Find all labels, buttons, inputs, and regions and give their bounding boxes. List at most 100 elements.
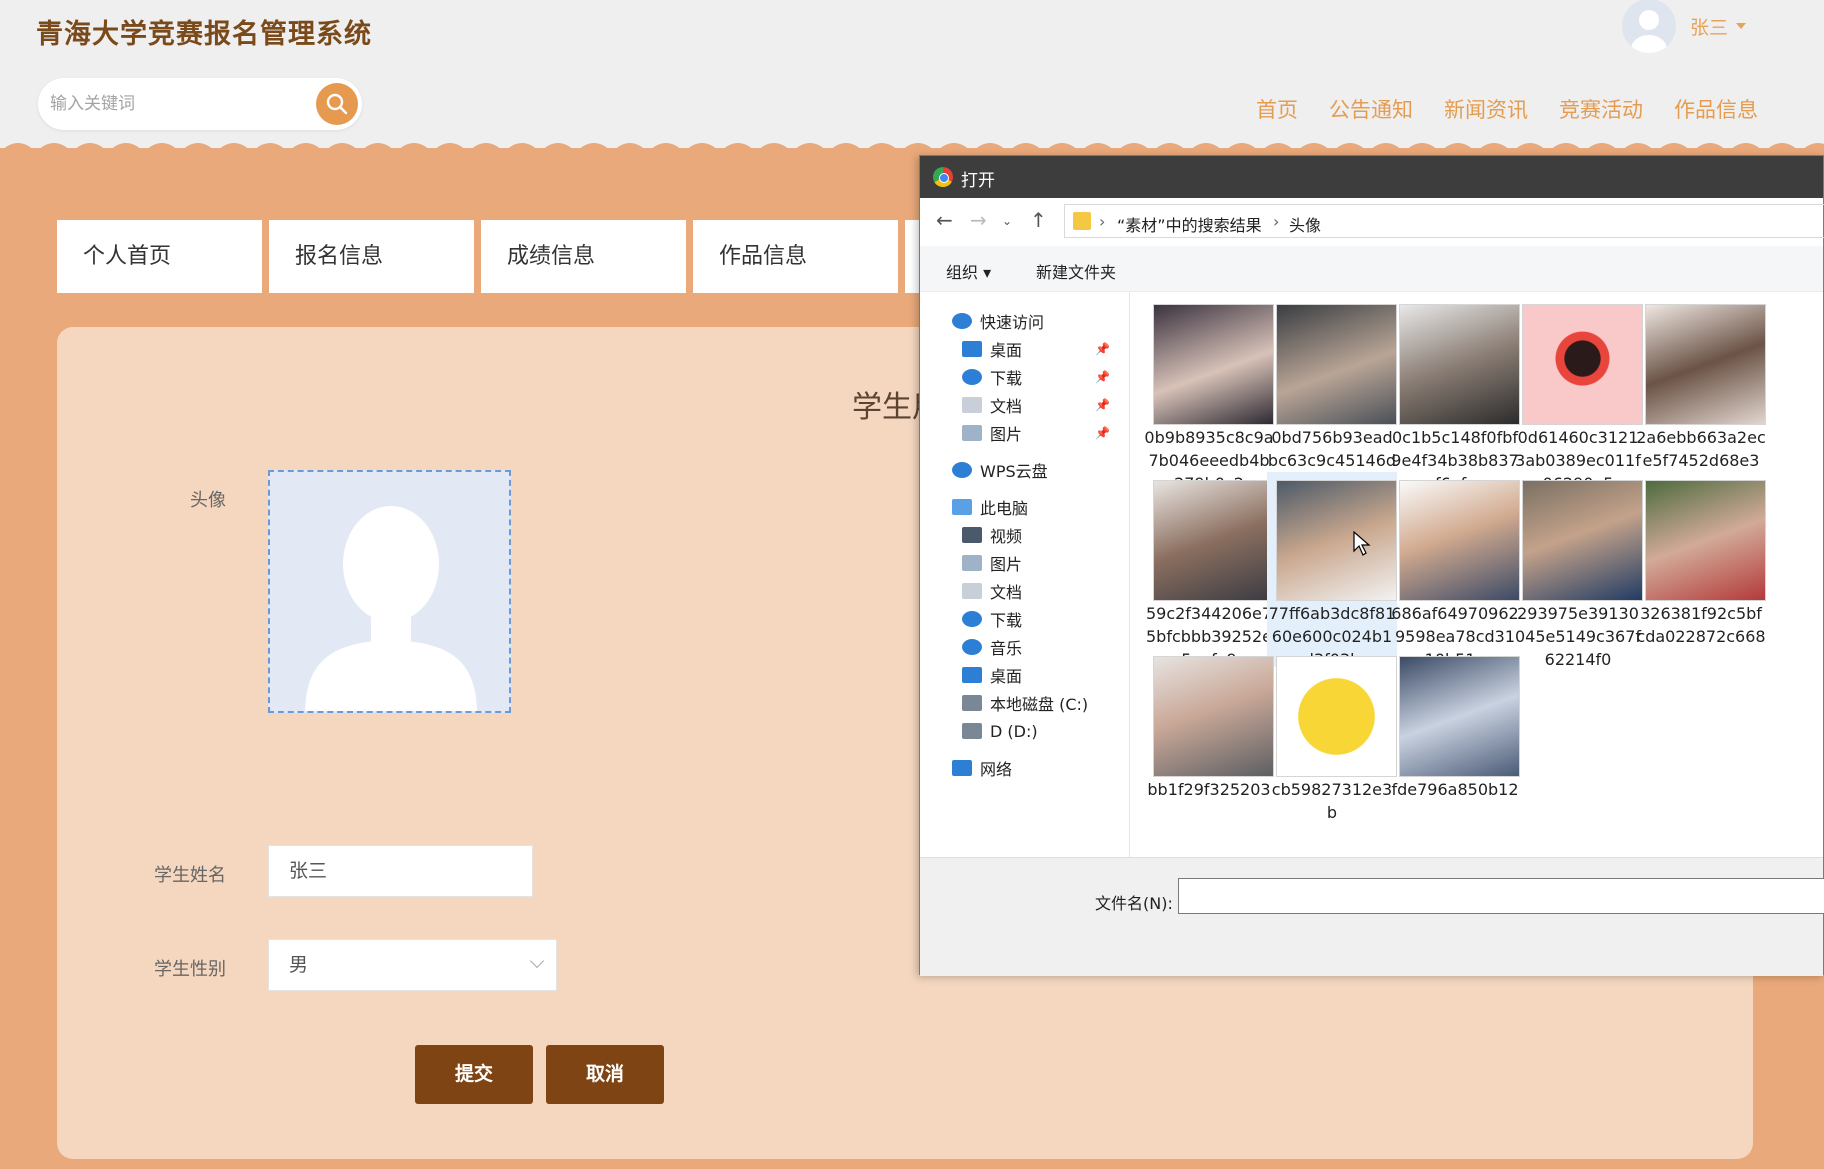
file-item[interactable]: 59c2f344206e75bfcbbb39252e5aafa9: [1144, 472, 1274, 669]
gender-label: 学生性别: [154, 959, 226, 980]
search-button[interactable]: [316, 83, 358, 125]
sidebar-item[interactable]: 下载: [962, 604, 1120, 634]
sidebar-item-label: 视频: [990, 527, 1023, 546]
sidebar-item[interactable]: 快速访问: [952, 306, 1120, 336]
navigation-pane: 快速访问 桌面 📌 下载 📌 文档 📌 图片 📌 WPS云盘 此电脑 视频 图片 文档 下载 音乐 桌面 本地磁盘…: [920, 292, 1130, 946]
file-name: 326381f92c5bfcda022872c668: [1636, 604, 1766, 646]
tab-scores[interactable]: 成绩信息: [481, 220, 686, 293]
sidebar-item-label: 图片: [990, 555, 1023, 574]
file-item[interactable]: fde796a850b12: [1390, 648, 1520, 843]
file-thumbnail: [1153, 480, 1274, 601]
cancel-button[interactable]: 取消: [546, 1045, 664, 1104]
user-name: 张三: [1690, 16, 1729, 39]
file-item[interactable]: 326381f92c5bfcda022872c668: [1636, 472, 1766, 667]
file-thumbnail: [1276, 480, 1397, 601]
breadcrumb-search[interactable]: “素材”中的搜索结果: [1117, 212, 1262, 236]
chevron-right-icon: ›: [1099, 212, 1106, 231]
nav-notices[interactable]: 公告通知: [1329, 94, 1413, 124]
student-name-input[interactable]: 张三: [268, 845, 533, 897]
file-thumbnail: [1276, 304, 1397, 425]
avatar-label: 头像: [190, 490, 226, 511]
organize-label: 组织: [946, 263, 979, 282]
tab-profile-home[interactable]: 个人首页: [57, 220, 262, 293]
sidebar-item[interactable]: 文档 📌: [962, 390, 1120, 420]
computer-icon: [952, 499, 972, 515]
file-thumbnail: [1153, 656, 1274, 777]
file-item[interactable]: 0bd756b93eadbc63c9c45146d17ec94c6: [1267, 296, 1397, 493]
pin-icon[interactable]: 📌: [1095, 370, 1110, 384]
submit-button[interactable]: 提交: [415, 1045, 533, 1104]
file-item[interactable]: 2a6ebb663a2ece5f7452d68e3: [1636, 296, 1766, 491]
desktop-icon: [962, 667, 982, 683]
nav-competitions[interactable]: 竞赛活动: [1559, 94, 1643, 124]
sidebar-item-label: D (D:): [990, 721, 1038, 741]
name-label: 学生姓名: [154, 865, 226, 886]
desktop-icon: [962, 341, 982, 357]
folder-icon: [1073, 212, 1091, 230]
file-name: 2a6ebb663a2ece5f7452d68e3: [1636, 428, 1766, 470]
sidebar-item[interactable]: WPS云盘: [952, 455, 1120, 485]
file-item[interactable]: 293975e39130045e5149c367f62214f0: [1513, 472, 1643, 669]
search-input[interactable]: [50, 88, 300, 120]
pin-icon[interactable]: 📌: [1095, 398, 1110, 412]
pin-icon[interactable]: 📌: [1095, 426, 1110, 440]
search-icon: [326, 93, 348, 115]
file-name: 293975e39130045e5149c367f62214f0: [1514, 604, 1642, 669]
file-item[interactable]: 0d61460c31213ab0389ec011f06290a5: [1513, 296, 1643, 493]
breadcrumb-folder[interactable]: 头像: [1289, 212, 1321, 236]
organize-button[interactable]: 组织 ▾: [946, 259, 991, 283]
sidebar-item[interactable]: 下载 📌: [962, 362, 1120, 392]
nav-home[interactable]: 首页: [1256, 94, 1298, 124]
back-arrow-icon[interactable]: ←: [936, 208, 953, 232]
person-placeholder-icon: [305, 506, 477, 711]
chevron-right-icon: ›: [1273, 212, 1280, 231]
path-box[interactable]: › “素材”中的搜索结果 › 头像: [1064, 204, 1824, 238]
sidebar-item[interactable]: D (D:): [962, 716, 1120, 746]
sidebar-item[interactable]: 图片 📌: [962, 418, 1120, 448]
pictures-icon: [962, 555, 982, 571]
nav-news[interactable]: 新闻资讯: [1444, 94, 1528, 124]
command-bar: 组织 ▾ 新建文件夹: [920, 246, 1823, 292]
chevron-down-icon: [1736, 23, 1747, 29]
file-thumbnail: [1399, 304, 1520, 425]
sidebar-item[interactable]: 网络: [952, 753, 1120, 783]
dialog-title: 打开: [961, 171, 995, 191]
chevron-down-icon[interactable]: ⌄: [1002, 214, 1012, 228]
file-name: bb1f29f325203: [1147, 780, 1271, 799]
file-item[interactable]: bb1f29f325203: [1144, 648, 1274, 843]
gender-select[interactable]: 男: [268, 939, 557, 991]
file-item[interactable]: 77ff6ab3dc8f8160e600c024b1d3f03b: [1267, 472, 1397, 669]
sidebar-item-label: 桌面: [990, 341, 1023, 360]
dialog-titlebar: 打开: [920, 156, 1823, 198]
open-file-dialog: 打开 ← → ⌄ ↑ › “素材”中的搜索结果 › 头像 组织 ▾ 新建文件夹 …: [919, 155, 1824, 976]
sidebar-item[interactable]: 图片: [962, 548, 1120, 578]
pin-icon[interactable]: 📌: [1095, 342, 1110, 356]
user-menu[interactable]: 张三: [1622, 0, 1747, 53]
file-name: fde796a850b12: [1391, 780, 1519, 799]
sidebar-item-label: WPS云盘: [980, 462, 1048, 481]
new-folder-button[interactable]: 新建文件夹: [1036, 259, 1116, 283]
file-item[interactable]: cb59827312e3b: [1267, 648, 1397, 843]
file-item[interactable]: 0c1b5c148f0fbf9e4f34b38b837f6efc: [1390, 296, 1520, 493]
sidebar-item[interactable]: 此电脑: [952, 492, 1120, 522]
file-thumbnail: [1522, 304, 1643, 425]
forward-arrow-icon[interactable]: →: [970, 208, 987, 232]
sidebar-item[interactable]: 桌面: [962, 660, 1120, 690]
sidebar-item[interactable]: 音乐: [962, 632, 1120, 662]
up-arrow-icon[interactable]: ↑: [1030, 208, 1047, 232]
filename-input[interactable]: [1178, 878, 1824, 914]
nav-works[interactable]: 作品信息: [1674, 94, 1758, 124]
sidebar-item-label: 本地磁盘 (C:): [990, 695, 1089, 714]
file-item[interactable]: 0b9b8935c8c9a7b046eeedb4b279b0c2: [1144, 296, 1274, 493]
tab-registration[interactable]: 报名信息: [269, 220, 474, 293]
sidebar-item[interactable]: 文档: [962, 576, 1120, 606]
top-nav: 首页 公告通知 新闻资讯 竞赛活动 作品信息: [1225, 94, 1758, 124]
sidebar-item[interactable]: 桌面 📌: [962, 334, 1120, 364]
sidebar-item-label: 此电脑: [980, 499, 1029, 518]
avatar-upload[interactable]: [268, 470, 511, 713]
tab-works[interactable]: 作品信息: [693, 220, 898, 293]
sidebar-item-label: 快速访问: [980, 313, 1045, 332]
sidebar-item[interactable]: 本地磁盘 (C:): [962, 688, 1120, 718]
file-item[interactable]: 686af649709629598ea78cd3110b51a: [1390, 472, 1520, 669]
sidebar-item[interactable]: 视频: [962, 520, 1120, 550]
